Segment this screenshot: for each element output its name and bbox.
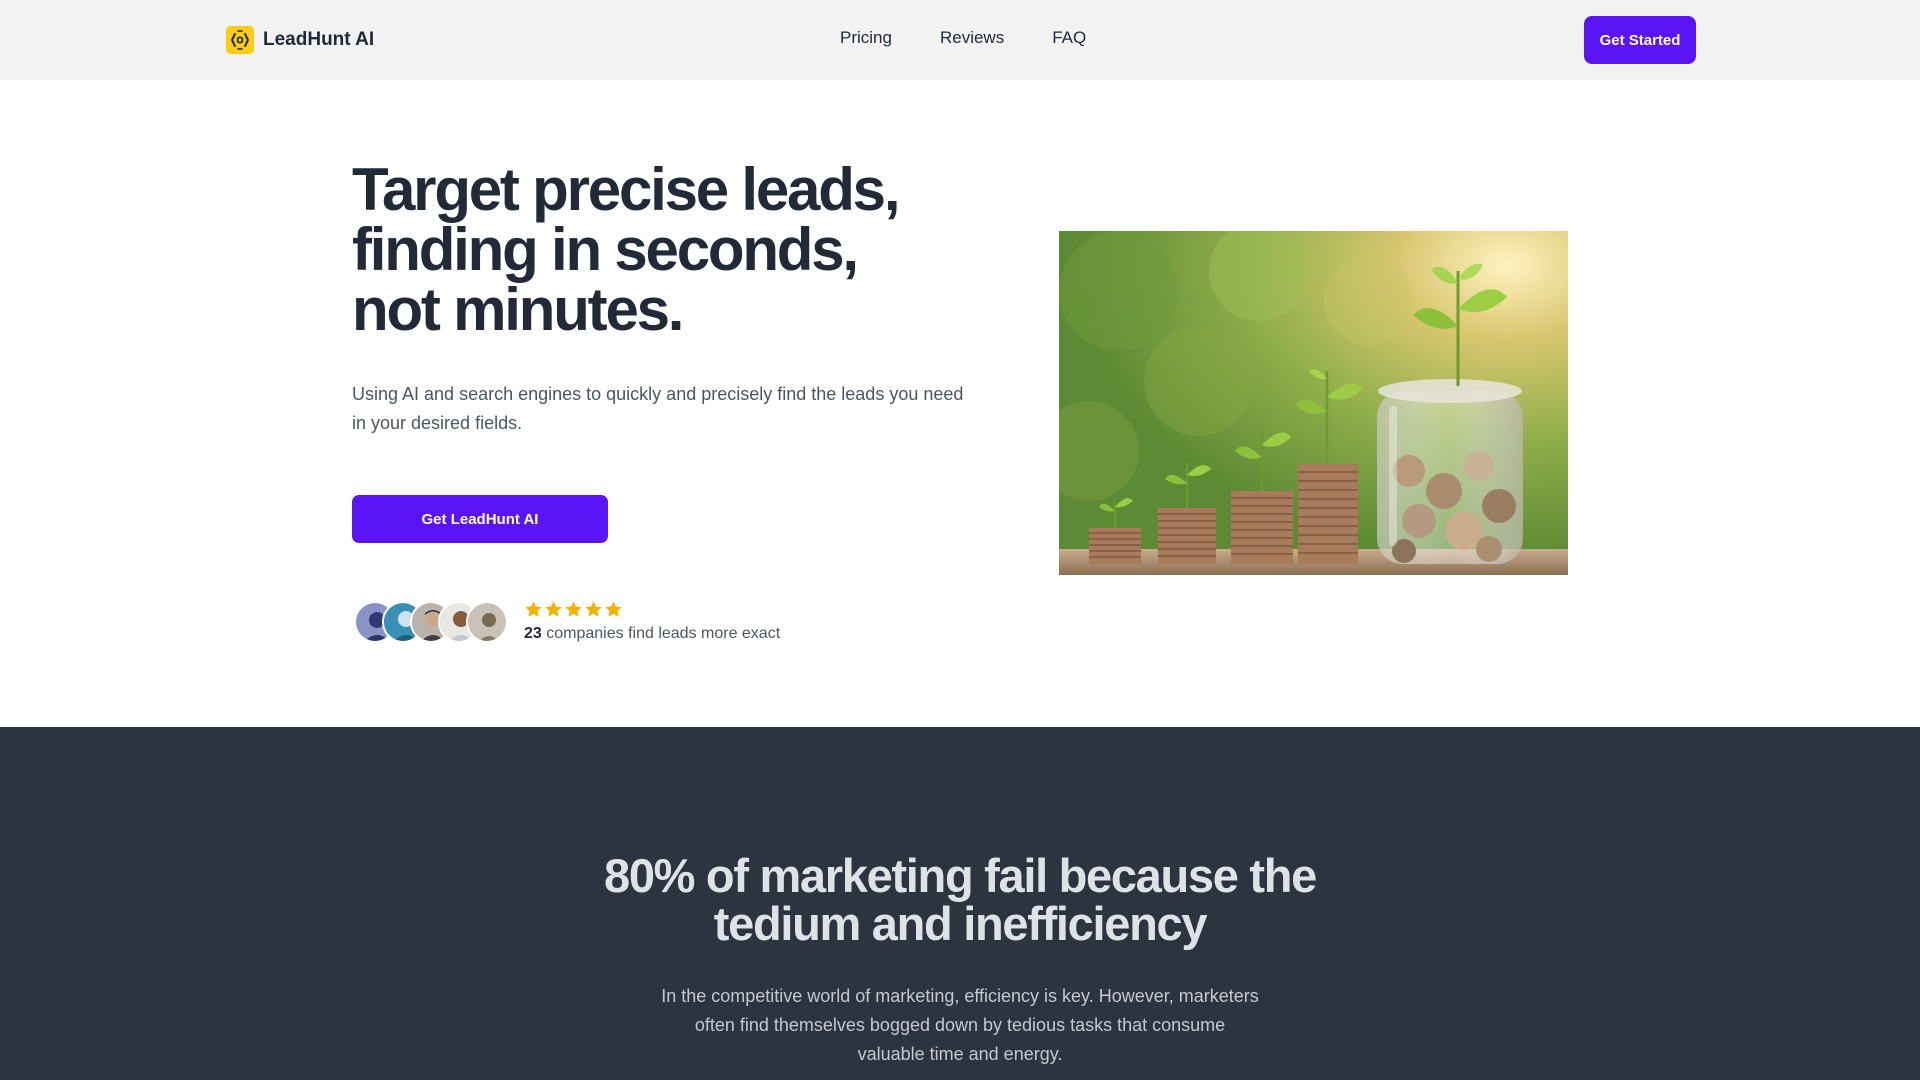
star-icon <box>605 601 622 617</box>
get-started-button[interactable]: Get Started <box>1584 16 1696 64</box>
get-leadhunt-button[interactable]: Get LeadHunt AI <box>352 495 608 543</box>
avatar <box>466 601 508 643</box>
nav-link-pricing[interactable]: Pricing <box>840 28 892 48</box>
rating-stars <box>524 600 623 619</box>
problem-section: 80% of marketing fail because the tedium… <box>0 727 1920 1080</box>
main-nav: Pricing Reviews FAQ <box>840 28 1086 48</box>
brand-logo-link[interactable]: LeadHunt AI <box>226 25 374 55</box>
hero-title-line: Target precise leads, <box>352 156 901 223</box>
problem-title: 80% of marketing fail because the tedium… <box>460 852 1460 948</box>
hero-subtitle: Using AI and search engines to quickly a… <box>352 384 964 433</box>
hero-title: Target precise leads, finding in seconds… <box>352 160 992 340</box>
companies-count-text: 23 companies find leads more exact <box>524 625 780 643</box>
nav-link-faq[interactable]: FAQ <box>1052 28 1086 48</box>
avatar-group <box>354 600 514 646</box>
problem-title-line: tedium and inefficiency <box>713 897 1208 950</box>
hero-title-line: finding in seconds, <box>352 216 859 283</box>
hero-title-line: not minutes. <box>352 276 684 343</box>
star-icon <box>545 601 562 617</box>
site-header: LeadHunt AI Pricing Reviews FAQ Get Star… <box>0 0 1920 80</box>
star-icon <box>585 601 602 617</box>
star-icon <box>565 601 582 617</box>
problem-title-line: 80% of marketing fail because the <box>604 849 1317 902</box>
brand-name: LeadHunt AI <box>263 29 375 50</box>
problem-text: In the competitive world of marketing, e… <box>661 986 1259 1064</box>
companies-count: 23 <box>524 625 542 642</box>
nav-link-reviews[interactable]: Reviews <box>940 28 1004 48</box>
hero-image <box>1059 231 1568 575</box>
star-icon <box>525 601 542 617</box>
companies-label: companies find leads more exact <box>546 625 781 642</box>
scan-icon <box>226 26 254 54</box>
